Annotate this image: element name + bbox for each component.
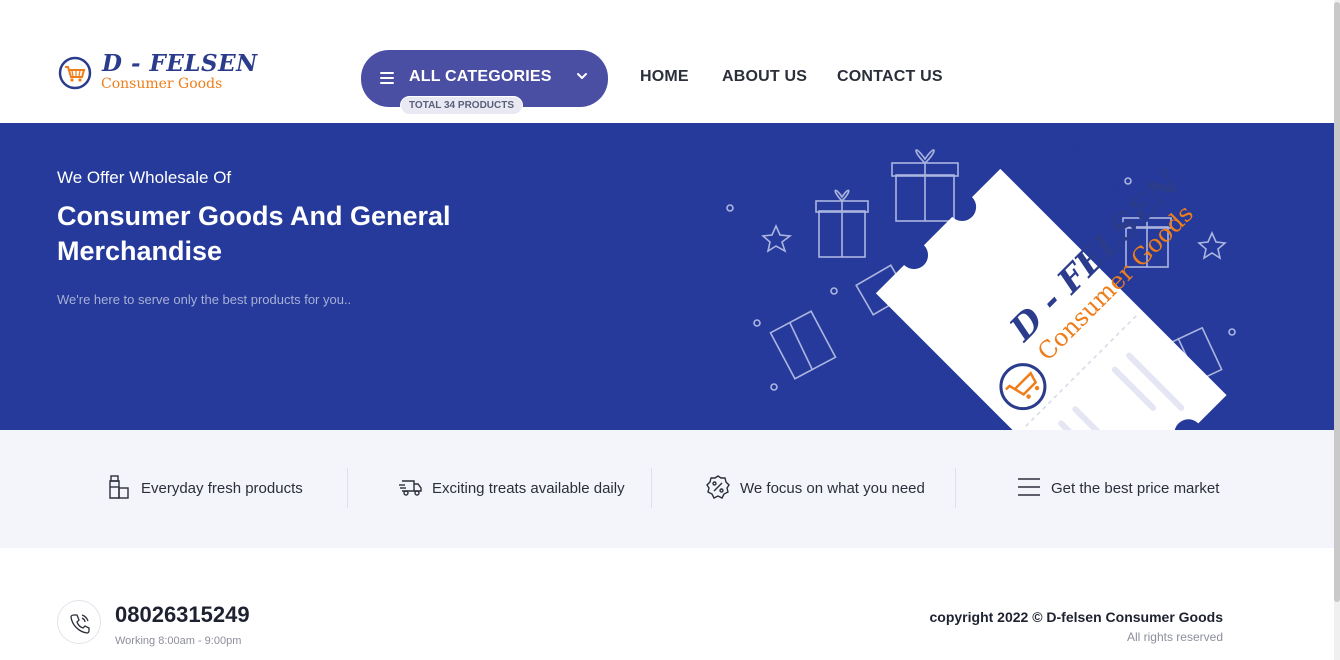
nav-about-us[interactable]: ABOUT US xyxy=(722,68,807,86)
total-products-badge: TOTAL 34 PRODUCTS xyxy=(400,96,524,115)
site-header: D - FELSEN Consumer Goods ALL CATEGORIES… xyxy=(0,0,1334,123)
brand-logo[interactable]: D - FELSEN Consumer Goods xyxy=(58,50,257,96)
feature-label: We focus on what you need xyxy=(740,480,925,497)
hero-kicker: We Offer Wholesale Of xyxy=(57,168,232,187)
page-scrollbar[interactable] xyxy=(1334,0,1340,660)
feature-label: Exciting treats available daily xyxy=(432,480,625,497)
gift-icon xyxy=(891,149,959,222)
gift-icon xyxy=(769,310,837,380)
rights-text: All rights reserved xyxy=(1126,630,1223,644)
brand-title: D - FELSEN xyxy=(102,50,258,77)
phone-icon xyxy=(70,614,90,634)
discount-badge-icon xyxy=(706,475,730,499)
menu-lines-icon xyxy=(1018,478,1040,496)
chevron-down-icon xyxy=(577,73,587,79)
feature-label: Everyday fresh products xyxy=(141,480,303,497)
divider xyxy=(955,468,956,508)
hero-ticket-illustration: D - FELSEN Consumer Goods xyxy=(726,126,1236,430)
bottle-icon xyxy=(109,475,129,499)
hero-title: Consumer Goods And General Merchandise xyxy=(57,201,451,266)
feature-label: Get the best price market xyxy=(1051,480,1220,497)
divider xyxy=(651,468,652,508)
star-icon xyxy=(761,224,793,253)
menu-icon xyxy=(380,72,394,84)
divider xyxy=(347,468,348,508)
nav-home[interactable]: HOME xyxy=(640,68,689,86)
all-categories-label: ALL CATEGORIES xyxy=(409,68,552,85)
hero-banner: We Offer Wholesale Of Consumer Goods And… xyxy=(0,123,1334,430)
features-strip: Everyday fresh products Exciting treats … xyxy=(0,430,1334,548)
scrollbar-thumb[interactable] xyxy=(1334,2,1340,602)
working-hours: Working 8:00am - 9:00pm xyxy=(115,635,242,647)
nav-contact-us[interactable]: CONTACT US xyxy=(837,68,943,86)
delivery-truck-icon xyxy=(399,480,422,496)
gift-icon xyxy=(815,189,869,258)
star-icon xyxy=(1197,231,1227,260)
copyright-text: copyright 2022 © D-felsen Consumer Goods xyxy=(929,609,1224,625)
brand-subtitle: Consumer Goods xyxy=(101,76,223,92)
phone-button[interactable] xyxy=(57,600,101,644)
hero-subtitle: We're here to serve only the best produc… xyxy=(57,292,352,307)
cart-logo-icon xyxy=(58,56,92,90)
phone-number[interactable]: 08026315249 xyxy=(115,602,250,628)
site-footer: 08026315249 Working 8:00am - 9:00pm copy… xyxy=(0,548,1334,660)
